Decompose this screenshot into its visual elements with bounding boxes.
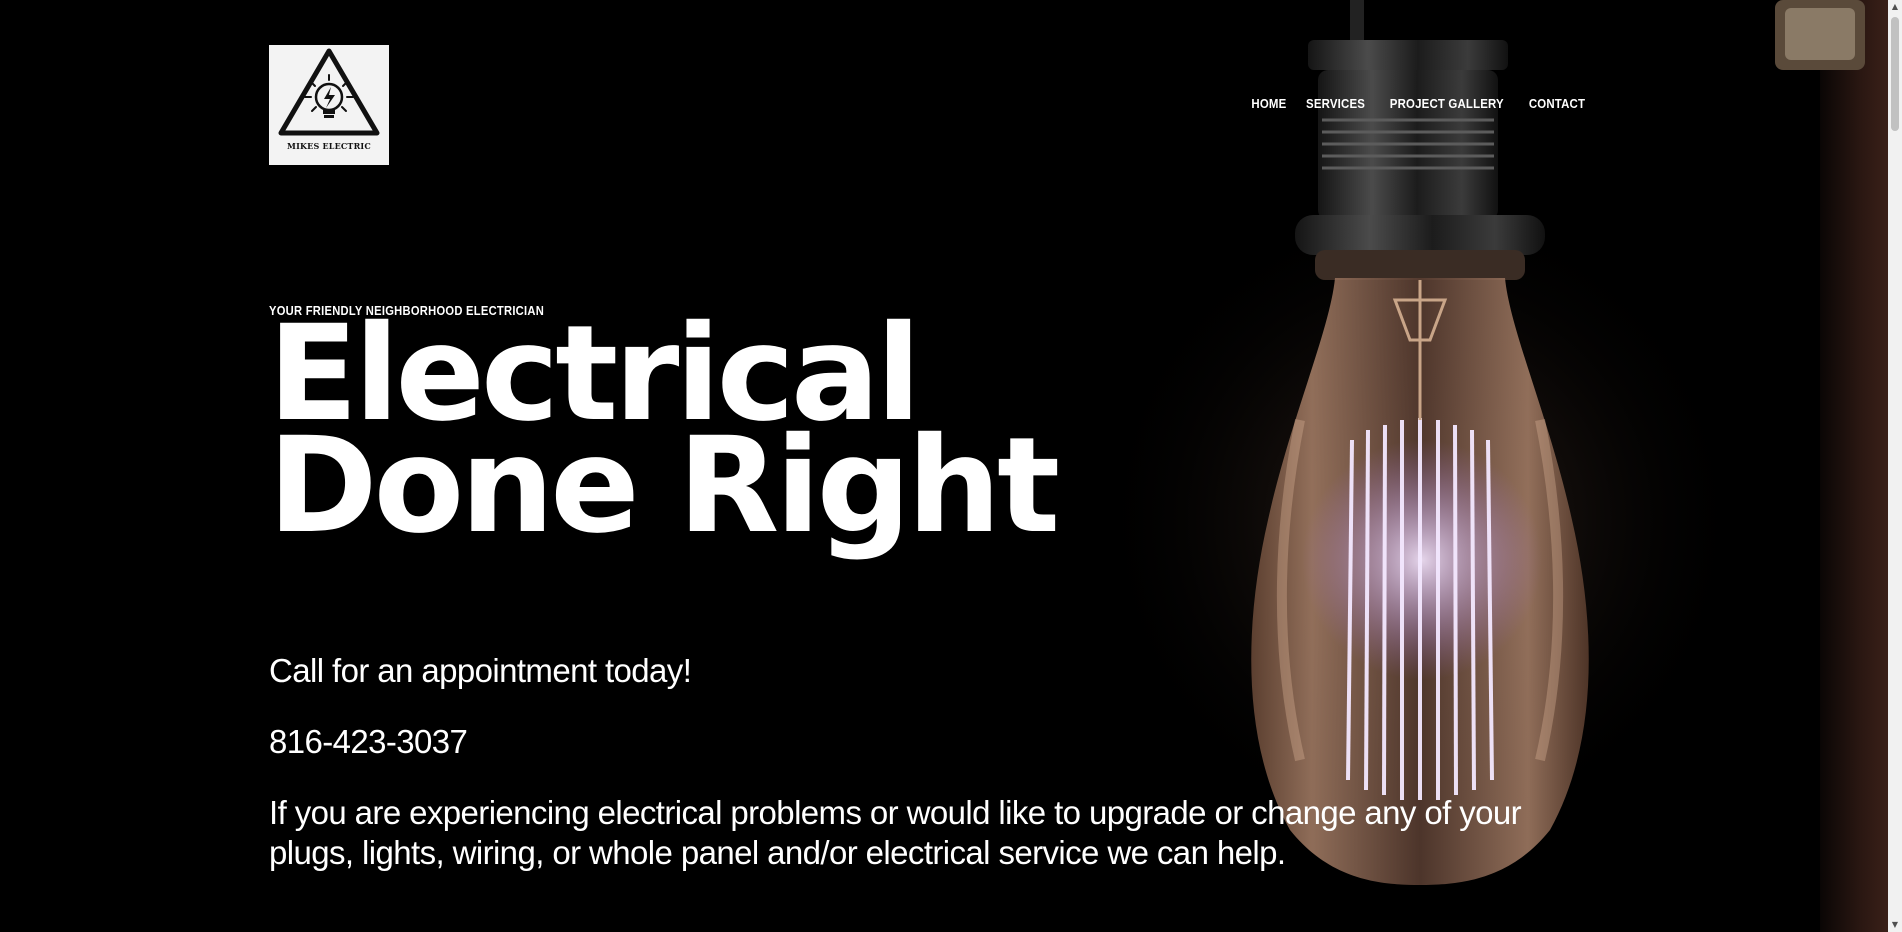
nav-home-link[interactable]: HOME — [1252, 96, 1287, 111]
hero-cta-text: Call for an appointment today! — [269, 652, 692, 689]
nav-project-gallery-link[interactable]: PROJECT GALLERY — [1390, 96, 1504, 111]
vertical-scrollbar[interactable]: ▲ ▼ — [1888, 0, 1902, 932]
nav-contact-link[interactable]: CONTACT — [1529, 96, 1585, 111]
landing-page: MIKES ELECTRIC HOME SERVICES PROJECT GAL… — [0, 0, 1902, 932]
hero-description: If you are experiencing electrical probl… — [269, 794, 1522, 871]
triangle-up-icon[interactable]: ▲ — [1888, 0, 1902, 14]
triangle-down-icon[interactable]: ▼ — [1888, 918, 1902, 932]
phone-number[interactable]: 816-423-3037 — [269, 723, 468, 761]
logo-text: MIKES ELECTRIC — [287, 141, 371, 151]
main-nav: HOME SERVICES PROJECT GALLERY CONTACT — [1249, 96, 1589, 111]
nav-services-link[interactable]: SERVICES — [1306, 96, 1365, 111]
hero-headline: Electrical Done Right — [268, 297, 1060, 563]
site-logo[interactable]: MIKES ELECTRIC — [269, 45, 389, 165]
scrollbar-thumb[interactable] — [1891, 17, 1899, 131]
